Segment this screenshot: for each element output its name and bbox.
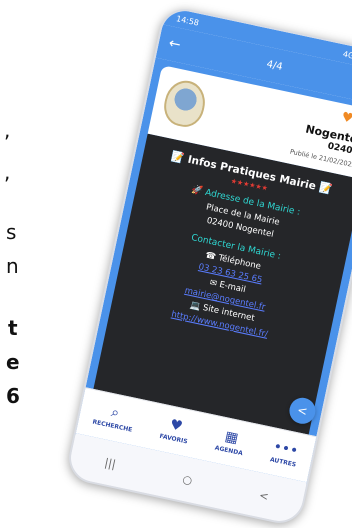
calendar-icon: ▦ [223,428,240,447]
background-fragment: s [6,220,17,244]
nav-item-autres[interactable]: ••• AUTRES [269,438,300,469]
card-actions: ♥ ▲ [340,110,352,130]
phone-screen: 14:58 4G ᯤ 56% ← 4/4 ♥ ▲ Nogentel 02400 … [64,4,352,528]
heart-icon: ♥ [168,416,185,436]
nav-label: AGENDA [214,444,244,458]
background-fragment: t [8,316,18,340]
nav-item-agenda[interactable]: ▦ AGENDA [214,428,247,457]
background-fragment: , [4,118,11,142]
town-crest-image [160,76,210,131]
back-arrow-icon[interactable]: ← [167,34,182,54]
favorite-heart-icon[interactable]: ♥ [340,110,352,127]
nav-item-favoris[interactable]: ♥ FAVORIS [158,416,192,446]
share-icon: < [296,402,309,419]
background-fragment: e [6,350,20,374]
nav-label: FAVORIS [158,432,189,446]
more-dots-icon: ••• [271,438,300,460]
home-icon[interactable]: ○ [182,472,194,487]
background-fragment: 6 [6,384,20,408]
background-fragment: n [6,254,19,278]
background-fragment: , [4,160,11,184]
nav-label: RECHERCHE [91,418,133,434]
page-counter: 4/4 [265,58,284,73]
system-back-icon[interactable]: < [258,488,270,503]
recent-apps-icon[interactable]: ||| [103,455,117,470]
status-time: 14:58 [175,13,200,28]
search-icon: ⌕ [109,404,121,422]
nav-item-recherche[interactable]: ⌕ RECHERCHE [91,402,136,434]
